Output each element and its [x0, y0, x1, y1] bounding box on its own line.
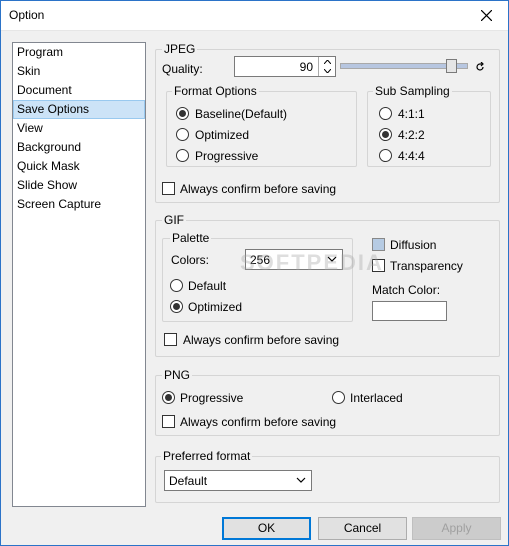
format-progressive-radio[interactable] — [176, 149, 189, 162]
sidebar-item-slide-show[interactable]: Slide Show — [13, 176, 145, 195]
sidebar-item-document[interactable]: Document — [13, 81, 145, 100]
palette-optimized-radio[interactable] — [170, 300, 183, 313]
quality-slider-thumb[interactable] — [446, 59, 457, 73]
sampling-411-label[interactable]: 4:1:1 — [398, 107, 425, 121]
jpeg-confirm-label[interactable]: Always confirm before saving — [180, 182, 336, 196]
chevron-down-icon — [296, 473, 306, 490]
preferred-format-select[interactable]: Default — [164, 470, 312, 491]
sampling-444-label[interactable]: 4:4:4 — [398, 149, 425, 163]
sampling-422-label[interactable]: 4:2:2 — [398, 128, 425, 142]
reset-icon[interactable] — [475, 61, 485, 75]
transparency-checkbox[interactable] — [372, 259, 385, 272]
png-interlaced-radio[interactable] — [332, 391, 345, 404]
close-icon — [480, 10, 492, 21]
format-optimized-radio[interactable] — [176, 128, 189, 141]
quality-spinbox[interactable]: 90 — [234, 56, 336, 77]
close-button[interactable] — [463, 0, 509, 31]
quality-spin-buttons[interactable] — [318, 57, 335, 76]
sidebar-item-view[interactable]: View — [13, 119, 145, 138]
format-options-legend: Format Options — [172, 84, 259, 98]
sampling-411-radio[interactable] — [379, 107, 392, 120]
sidebar-item-save-options[interactable]: Save Options — [13, 100, 145, 119]
match-color-input[interactable] — [372, 301, 447, 321]
format-baseline-label[interactable]: Baseline(Default) — [195, 107, 287, 121]
match-color-label: Match Color: — [372, 283, 441, 297]
ok-button[interactable]: OK — [222, 517, 311, 540]
category-list[interactable]: Program Skin Document Save Options View … — [12, 42, 146, 507]
colors-value: 256 — [250, 253, 271, 267]
jpeg-confirm-checkbox[interactable] — [162, 182, 175, 195]
format-progressive-label[interactable]: Progressive — [195, 149, 258, 163]
cancel-button[interactable]: Cancel — [318, 517, 407, 540]
sidebar-item-screen-capture[interactable]: Screen Capture — [13, 195, 145, 214]
sampling-444-radio[interactable] — [379, 149, 392, 162]
png-confirm-label[interactable]: Always confirm before saving — [180, 415, 336, 429]
sidebar-item-quick-mask[interactable]: Quick Mask — [13, 157, 145, 176]
colors-label: Colors: — [171, 253, 210, 267]
gif-legend: GIF — [162, 213, 186, 227]
palette-default-radio[interactable] — [170, 279, 183, 292]
palette-optimized-label[interactable]: Optimized — [188, 300, 242, 314]
png-interlaced-label[interactable]: Interlaced — [350, 391, 403, 405]
quality-label: Quality: — [162, 62, 203, 76]
diffusion-label[interactable]: Diffusion — [390, 238, 436, 252]
gif-confirm-checkbox[interactable] — [164, 333, 177, 346]
quality-value: 90 — [299, 60, 313, 74]
png-confirm-checkbox[interactable] — [162, 415, 175, 428]
transparency-label[interactable]: Transparency — [390, 259, 463, 273]
png-progressive-label[interactable]: Progressive — [180, 391, 243, 405]
sub-sampling-legend: Sub Sampling — [373, 84, 452, 98]
jpeg-legend: JPEG — [162, 42, 198, 56]
preferred-format-legend: Preferred format — [161, 449, 253, 463]
diffusion-checkbox[interactable] — [372, 238, 385, 251]
gif-confirm-label[interactable]: Always confirm before saving — [183, 333, 339, 347]
sampling-422-radio[interactable] — [379, 128, 392, 141]
spin-down-icon[interactable] — [319, 66, 335, 75]
png-legend: PNG — [162, 368, 193, 382]
png-progressive-radio[interactable] — [162, 391, 175, 404]
sidebar-item-background[interactable]: Background — [13, 138, 145, 157]
sidebar-item-skin[interactable]: Skin — [13, 62, 145, 81]
spin-up-icon[interactable] — [319, 57, 335, 66]
window-title: Option — [9, 8, 45, 22]
palette-legend: Palette — [170, 231, 212, 245]
title-bar: Option — [0, 0, 509, 31]
palette-default-label[interactable]: Default — [188, 279, 226, 293]
format-baseline-radio[interactable] — [176, 107, 189, 120]
sidebar-item-program[interactable]: Program — [13, 43, 145, 62]
apply-button[interactable]: Apply — [412, 517, 501, 540]
colors-select[interactable]: 256 — [245, 249, 343, 270]
preferred-format-value: Default — [169, 474, 208, 488]
format-optimized-label[interactable]: Optimized — [195, 128, 249, 142]
chevron-down-icon — [327, 252, 337, 269]
